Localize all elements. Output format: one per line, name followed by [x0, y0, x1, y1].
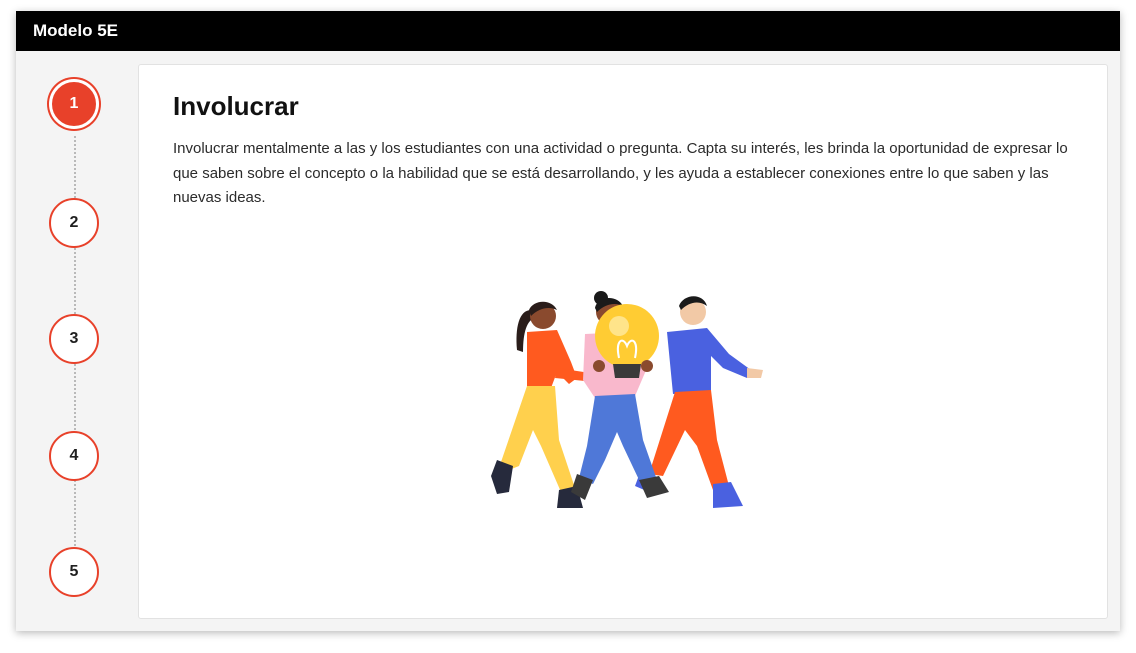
window-title: Modelo 5E [16, 11, 1120, 51]
step-2-button[interactable]: 2 [49, 198, 99, 248]
step-3-button[interactable]: 3 [49, 314, 99, 364]
step-1-button[interactable]: 1 [52, 82, 96, 126]
section-heading: Involucrar [173, 91, 299, 121]
step-4-button[interactable]: 4 [49, 431, 99, 481]
section-description: Involucrar mentalmente a las y los estud… [173, 140, 1068, 206]
content-card: Involucrar Involucrar mentalmente a las … [138, 64, 1108, 619]
step-5-button[interactable]: 5 [49, 547, 99, 597]
app-window: Modelo 5E 1 2 3 4 5 Involucrar Involucra… [16, 11, 1120, 631]
people-carrying-lightbulb-illustration [491, 291, 763, 508]
step-navigation: 1 2 3 4 5 [16, 51, 136, 631]
lightbulb-icon [593, 304, 659, 378]
